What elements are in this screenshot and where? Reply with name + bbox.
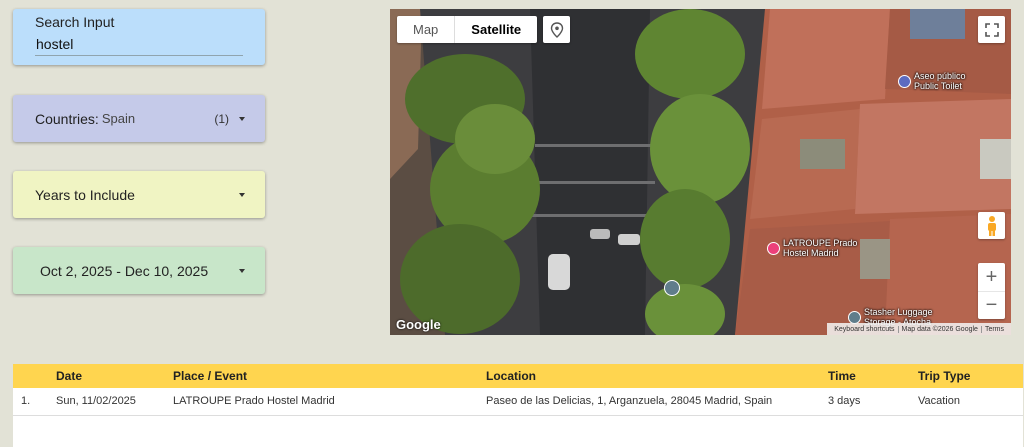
map-view[interactable]: Map Satellite + − Aseo público Public To… <box>390 9 1011 335</box>
street-view-pegman[interactable] <box>978 212 1005 239</box>
map-type-map-button[interactable]: Map <box>397 16 454 43</box>
keyboard-shortcuts-link[interactable]: Keyboard shortcuts <box>831 326 897 333</box>
poi-public-toilet[interactable]: Aseo público Public Toilet <box>898 71 966 91</box>
caret-down-icon <box>239 192 245 197</box>
countries-value: Spain <box>101 111 136 126</box>
countries-dropdown[interactable]: Countries: Spain (1) <box>13 95 265 142</box>
caret-down-icon <box>239 268 245 273</box>
map-attribution: Keyboard shortcuts Map data ©2026 Google… <box>827 323 1011 335</box>
countries-label: Countries: <box>35 110 99 127</box>
map-data-text: Map data ©2026 Google <box>897 325 981 333</box>
table-header-row: Date Place / Event Location Time Trip Ty… <box>13 364 1023 388</box>
col-header-place[interactable]: Place / Event <box>173 364 486 388</box>
poi-label: Aseo público <box>914 71 966 81</box>
toilet-icon <box>898 74 911 88</box>
hotel-icon <box>767 241 780 255</box>
caret-down-icon <box>239 116 245 121</box>
zoom-in-button[interactable]: + <box>978 263 1005 291</box>
years-dropdown[interactable]: Years to Include <box>13 171 265 218</box>
cell-place: LATROUPE Prado Hostel Madrid <box>173 395 335 408</box>
poi-label: Stasher Luggage <box>864 307 933 317</box>
google-logo: Google <box>396 317 441 332</box>
poi-label: Public Toilet <box>914 81 962 91</box>
fullscreen-icon <box>984 22 999 37</box>
location-pin-button[interactable] <box>543 16 570 43</box>
poi-latroupe-hostel[interactable]: LATROUPE Prado Hostel Madrid <box>767 238 857 258</box>
date-range-dropdown[interactable]: Oct 2, 2025 - Dec 10, 2025 <box>13 247 265 294</box>
cell-time: 3 days <box>828 395 861 408</box>
zoom-control: + − <box>978 263 1005 319</box>
results-table: Date Place / Event Location Time Trip Ty… <box>13 364 1023 447</box>
poi-label: LATROUPE Prado <box>783 238 858 248</box>
col-header-trip-type[interactable]: Trip Type <box>918 364 1023 388</box>
terms-link[interactable]: Terms <box>980 325 1007 333</box>
date-range-label: Oct 2, 2025 - Dec 10, 2025 <box>40 262 209 279</box>
zoom-out-button[interactable]: − <box>978 291 1005 319</box>
col-header-time[interactable]: Time <box>828 364 918 388</box>
cell-location: Paseo de las Delicias, 1, Arganzuela, 28… <box>486 395 773 408</box>
countries-count: (1) <box>214 111 229 126</box>
search-label: Search Input <box>35 14 115 30</box>
map-type-control: Map Satellite <box>397 16 538 43</box>
col-header-location[interactable]: Location <box>486 364 828 388</box>
location-pin-icon <box>550 21 563 38</box>
map-type-satellite-button[interactable]: Satellite <box>454 16 537 43</box>
search-input[interactable] <box>35 34 243 56</box>
search-card: Search Input <box>13 9 265 65</box>
col-header-date[interactable]: Date <box>56 364 173 388</box>
satellite-imagery <box>390 9 1011 335</box>
luggage-icon <box>848 310 861 324</box>
cell-index: 1. <box>21 395 31 408</box>
table-row[interactable]: 1. Sun, 11/02/2025 LATROUPE Prado Hostel… <box>13 388 1023 415</box>
cell-date: Sun, 11/02/2025 <box>56 395 136 408</box>
years-label: Years to Include <box>35 186 135 203</box>
pegman-icon <box>987 215 996 236</box>
bus-stop-icon[interactable] <box>664 280 680 296</box>
fullscreen-button[interactable] <box>978 16 1005 43</box>
col-header-index <box>13 364 56 388</box>
poi-label: Hostel Madrid <box>783 248 839 258</box>
cell-trip-type: Vacation <box>918 395 960 408</box>
